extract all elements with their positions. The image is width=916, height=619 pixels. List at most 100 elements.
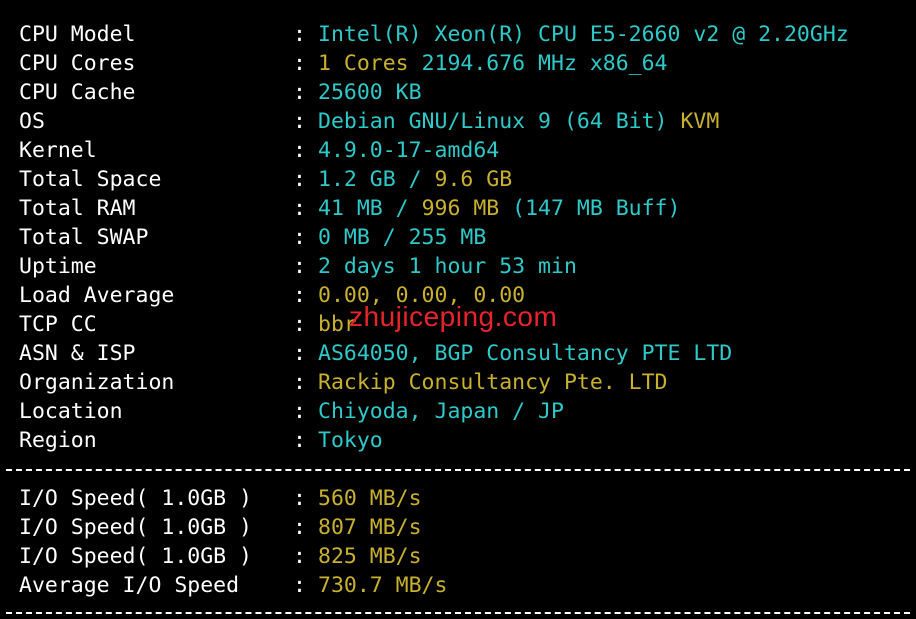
- info-label: Total Space: [19, 167, 162, 192]
- io-value-part: 560 MB/s: [318, 486, 422, 511]
- io-row: I/O Speed( 1.0GB ):807 MB/s: [19, 513, 916, 542]
- info-value-part: 25600 KB: [318, 80, 422, 105]
- separator-colon: :: [293, 254, 306, 279]
- info-label: Organization: [19, 370, 175, 395]
- info-value-part: KVM: [680, 109, 720, 134]
- info-value-part: Rackip Consultancy Pte. LTD: [318, 370, 668, 395]
- info-row: Total RAM:41 MB / 996 MB (147 MB Buff): [19, 194, 916, 223]
- info-value-part: 2 days 1 hour 53 min: [318, 254, 577, 279]
- io-label: I/O Speed( 1.0GB ): [19, 544, 252, 569]
- info-label: Kernel: [19, 138, 97, 163]
- io-value: 560 MB/s: [318, 484, 422, 513]
- info-value-part: 4.9.0-17-amd64: [318, 138, 500, 163]
- separator-colon: :: [293, 515, 306, 540]
- info-value: 1 Cores 2194.676 MHz x86_64: [318, 49, 668, 78]
- io-label: I/O Speed( 1.0GB ): [19, 515, 252, 540]
- io-row: I/O Speed( 1.0GB ):825 MB/s: [19, 542, 916, 571]
- info-value: Chiyoda, Japan / JP: [318, 397, 564, 426]
- info-row: Region: Tokyo: [19, 426, 916, 455]
- info-value: 4.9.0-17-amd64: [318, 136, 499, 165]
- io-value-part: 730.7 MB/s: [318, 573, 448, 598]
- info-value-part: 41 MB /: [318, 196, 422, 221]
- separator-colon: :: [293, 283, 306, 308]
- info-value-part: Tokyo: [318, 428, 383, 453]
- io-label: Average I/O Speed: [19, 573, 240, 598]
- info-value-part: 1 Cores: [318, 51, 422, 76]
- info-value-part: Intel(R) Xeon(R) CPU E5-2660 v2 @ 2.20GH…: [318, 22, 849, 47]
- separator-colon: :: [293, 22, 306, 47]
- info-label: TCP CC: [19, 312, 97, 337]
- info-value: Intel(R) Xeon(R) CPU E5-2660 v2 @ 2.20GH…: [318, 20, 849, 49]
- info-row: Uptime:2 days 1 hour 53 min: [19, 252, 916, 281]
- separator-colon: :: [293, 573, 306, 598]
- io-value: 807 MB/s: [318, 513, 422, 542]
- info-label: Region: [19, 428, 97, 453]
- info-value: Debian GNU/Linux 9 (64 Bit) KVM: [318, 107, 719, 136]
- info-row: CPU Model: Intel(R) Xeon(R) CPU E5-2660 v…: [19, 20, 916, 49]
- info-row: ASN & ISP: AS64050, BGP Consultancy PTE L…: [19, 339, 916, 368]
- io-value-part: 807 MB/s: [318, 515, 422, 540]
- info-label: Total RAM: [19, 196, 136, 221]
- info-value-part: 1.2 GB /: [318, 167, 435, 192]
- info-value-part: 0 MB / 255 MB: [318, 225, 487, 250]
- info-row: CPU Cores:1 Cores 2194.676 MHz x86_64: [19, 49, 916, 78]
- io-row: I/O Speed( 1.0GB ):560 MB/s: [19, 484, 916, 513]
- info-value: AS64050, BGP Consultancy PTE LTD: [318, 339, 732, 368]
- info-value: 25600 KB: [318, 78, 422, 107]
- info-label: OS: [19, 109, 45, 134]
- separator-colon: :: [293, 109, 306, 134]
- info-row: Organization: Rackip Consultancy Pte. LTD: [19, 368, 916, 397]
- separator-colon: :: [293, 428, 306, 453]
- io-value-part: 825 MB/s: [318, 544, 422, 569]
- info-value-part: 996 MB: [421, 196, 513, 221]
- separator-colon: :: [293, 312, 306, 337]
- separator-colon: :: [293, 341, 306, 366]
- system-info-block: CPU Model: Intel(R) Xeon(R) CPU E5-2660 v…: [19, 20, 916, 455]
- info-value: 1.2 GB / 9.6 GB: [318, 165, 512, 194]
- info-value-part: Debian GNU/Linux 9 (64 Bit): [318, 109, 681, 134]
- info-value: Rackip Consultancy Pte. LTD: [318, 368, 668, 397]
- separator-colon: :: [293, 370, 306, 395]
- info-row: OS: Debian GNU/Linux 9 (64 Bit) KVM: [19, 107, 916, 136]
- separator-colon: :: [293, 196, 306, 221]
- separator-colon: :: [293, 51, 306, 76]
- info-value: 2 days 1 hour 53 min: [318, 252, 577, 281]
- info-label: Load Average: [19, 283, 175, 308]
- separator-colon: :: [293, 167, 306, 192]
- info-value-part: 2194.676 MHz x86_64: [421, 51, 668, 76]
- info-label: CPU Cache: [19, 80, 136, 105]
- separator-colon: :: [293, 399, 306, 424]
- watermark-text: zhujiceping.com: [349, 301, 558, 332]
- info-value: 41 MB / 996 MB (147 MB Buff): [318, 194, 680, 223]
- info-label: Total SWAP: [19, 225, 149, 250]
- info-row: Total SWAP:0 MB / 255 MB: [19, 223, 916, 252]
- separator-colon: :: [293, 486, 306, 511]
- info-label: CPU Model: [19, 22, 136, 47]
- info-row: Total Space:1.2 GB / 9.6 GB: [19, 165, 916, 194]
- info-label: CPU Cores: [19, 51, 136, 76]
- io-row: Average I/O Speed:730.7 MB/s: [19, 571, 916, 600]
- info-value-part: AS64050, BGP Consultancy PTE LTD: [318, 341, 733, 366]
- separator-colon: :: [293, 225, 306, 250]
- io-value: 730.7 MB/s: [318, 571, 447, 600]
- dashed-divider: [6, 469, 910, 471]
- info-label: ASN & ISP: [19, 341, 136, 366]
- info-value-part: (147 MB Buff): [512, 196, 681, 221]
- info-value: 0 MB / 255 MB: [318, 223, 486, 252]
- info-label: Uptime: [19, 254, 97, 279]
- info-row: Location: Chiyoda, Japan / JP: [19, 397, 916, 426]
- info-value-part: 9.6 GB: [434, 167, 513, 192]
- separator-colon: :: [293, 80, 306, 105]
- separator-colon: :: [293, 544, 306, 569]
- separator-colon: :: [293, 138, 306, 163]
- dashed-divider-bottom: [6, 612, 910, 614]
- info-label: Location: [19, 399, 123, 424]
- info-row: CPU Cache:25600 KB: [19, 78, 916, 107]
- info-value: Tokyo: [318, 426, 383, 455]
- info-value-part: Chiyoda, Japan / JP: [318, 399, 564, 424]
- terminal-window: CPU Model: Intel(R) Xeon(R) CPU E5-2660 v…: [0, 0, 916, 619]
- info-row: Kernel:4.9.0-17-amd64: [19, 136, 916, 165]
- io-speed-block: I/O Speed( 1.0GB ):560 MB/s I/O Speed( 1.…: [19, 484, 916, 600]
- io-label: I/O Speed( 1.0GB ): [19, 486, 252, 511]
- io-value: 825 MB/s: [318, 542, 422, 571]
